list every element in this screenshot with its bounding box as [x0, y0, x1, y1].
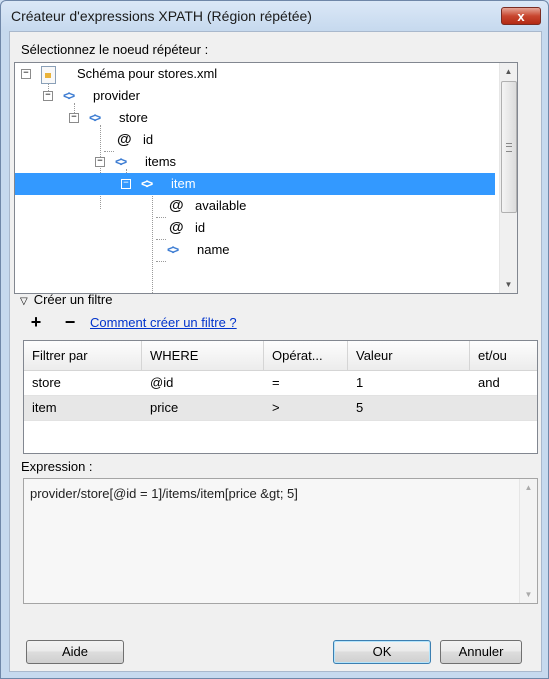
title-bar[interactable]: Créateur d'expressions XPATH (Région rép…	[1, 1, 548, 31]
expression-label: Expression :	[21, 459, 93, 474]
tree-node-available[interactable]: @ available	[15, 195, 495, 217]
expression-scrollbar[interactable]: ▲ ▼	[519, 479, 537, 603]
collapse-toggle[interactable]: −	[95, 157, 105, 167]
and-or-cell[interactable]: and	[470, 371, 500, 395]
node-tree[interactable]: − Schéma pour stores.xml − <> provider −…	[14, 62, 518, 294]
cancel-button[interactable]: Annuler	[440, 640, 522, 664]
tree-node-provider[interactable]: − <> provider	[15, 85, 495, 107]
filter-grid-header: Filtrer par WHERE Opérat... Valeur et/ou	[24, 341, 537, 371]
tree-section-label: Sélectionnez le noeud répéteur :	[21, 42, 209, 57]
tree-connector	[156, 261, 166, 262]
attribute-icon: @	[117, 131, 132, 148]
element-icon: <>	[89, 110, 101, 125]
tree-node-name[interactable]: <> name	[15, 239, 495, 261]
tree-node-store[interactable]: − <> store	[15, 107, 495, 129]
filter-section-toggle[interactable]: ▽ Créer un filtre	[20, 292, 112, 307]
column-header[interactable]: Filtrer par	[24, 341, 142, 370]
table-row[interactable]: item price > 5	[24, 396, 537, 421]
where-cell[interactable]: @id	[142, 371, 173, 395]
tree-node-label: provider	[93, 88, 140, 103]
scroll-up-icon[interactable]: ▲	[500, 63, 517, 80]
tree-node-label: id	[195, 220, 206, 235]
collapse-toggle[interactable]: −	[69, 113, 79, 123]
scroll-up-icon[interactable]: ▲	[520, 479, 537, 496]
tree-node-store-id[interactable]: @ id	[15, 129, 495, 151]
tree-scrollbar[interactable]: ▲ ▼	[499, 63, 517, 293]
close-icon: x	[517, 9, 525, 24]
tree-node-label: id	[143, 132, 154, 147]
tree-node-schema[interactable]: − Schéma pour stores.xml	[15, 63, 495, 85]
column-header[interactable]: Valeur	[348, 341, 470, 370]
scroll-thumb[interactable]	[501, 81, 517, 213]
collapse-toggle[interactable]: −	[121, 179, 131, 189]
element-icon: <>	[141, 176, 153, 191]
help-button[interactable]: Aide	[26, 640, 124, 664]
triangle-down-icon: ▽	[20, 296, 28, 307]
filter-help-link[interactable]: Comment créer un filtre ?	[90, 315, 237, 330]
column-header[interactable]: WHERE	[142, 341, 264, 370]
close-button[interactable]: x	[501, 7, 541, 25]
window-title: Créateur d'expressions XPATH (Région rép…	[11, 8, 312, 24]
collapse-toggle[interactable]: −	[43, 91, 53, 101]
scroll-down-icon[interactable]: ▼	[500, 276, 517, 293]
filter-by-cell[interactable]: item	[24, 396, 57, 420]
column-header[interactable]: Opérat...	[264, 341, 348, 370]
and-or-cell[interactable]	[470, 396, 478, 420]
collapse-toggle[interactable]: −	[21, 69, 31, 79]
tree-node-item-id[interactable]: @ id	[15, 217, 495, 239]
add-filter-button[interactable]: +	[28, 313, 44, 331]
tree-node-label: Schéma pour stores.xml	[77, 66, 218, 81]
cancel-button-label: Annuler	[458, 644, 504, 659]
expression-value: provider/store[@id = 1]/items/item[price…	[30, 486, 298, 501]
operator-cell[interactable]: >	[264, 396, 280, 420]
filter-toggle-label: Créer un filtre	[33, 292, 113, 307]
expression-field[interactable]: provider/store[@id = 1]/items/item[price…	[23, 478, 538, 604]
element-icon: <>	[115, 154, 127, 169]
help-button-label: Aide	[61, 644, 89, 659]
operator-cell[interactable]: =	[264, 371, 280, 395]
attribute-icon: @	[169, 197, 184, 214]
schema-file-icon	[41, 66, 56, 84]
attribute-icon: @	[169, 219, 184, 236]
tree-node-label: items	[145, 154, 177, 169]
value-cell[interactable]: 1	[348, 371, 363, 395]
tree-node-label: store	[119, 110, 148, 125]
filter-grid[interactable]: Filtrer par WHERE Opérat... Valeur et/ou…	[23, 340, 538, 454]
remove-filter-button[interactable]: −	[62, 313, 78, 331]
scroll-down-icon[interactable]: ▼	[520, 586, 537, 603]
tree-node-item-selected[interactable]: − <> item	[15, 173, 495, 195]
tree-node-items[interactable]: − <> items	[15, 151, 495, 173]
tree-node-label: available	[195, 198, 247, 213]
element-icon: <>	[63, 88, 75, 103]
element-icon: <>	[167, 242, 179, 257]
table-row[interactable]: store @id = 1 and	[24, 371, 537, 396]
grip-icon	[506, 143, 512, 152]
tree-node-label: item	[171, 176, 196, 191]
filter-by-cell[interactable]: store	[24, 371, 61, 395]
ok-button[interactable]: OK	[333, 640, 431, 664]
where-cell[interactable]: price	[142, 396, 178, 420]
value-cell[interactable]: 5	[348, 396, 363, 420]
column-header[interactable]: et/ou	[470, 341, 537, 370]
ok-button-label: OK	[372, 644, 392, 659]
tree-node-label: name	[197, 242, 230, 257]
